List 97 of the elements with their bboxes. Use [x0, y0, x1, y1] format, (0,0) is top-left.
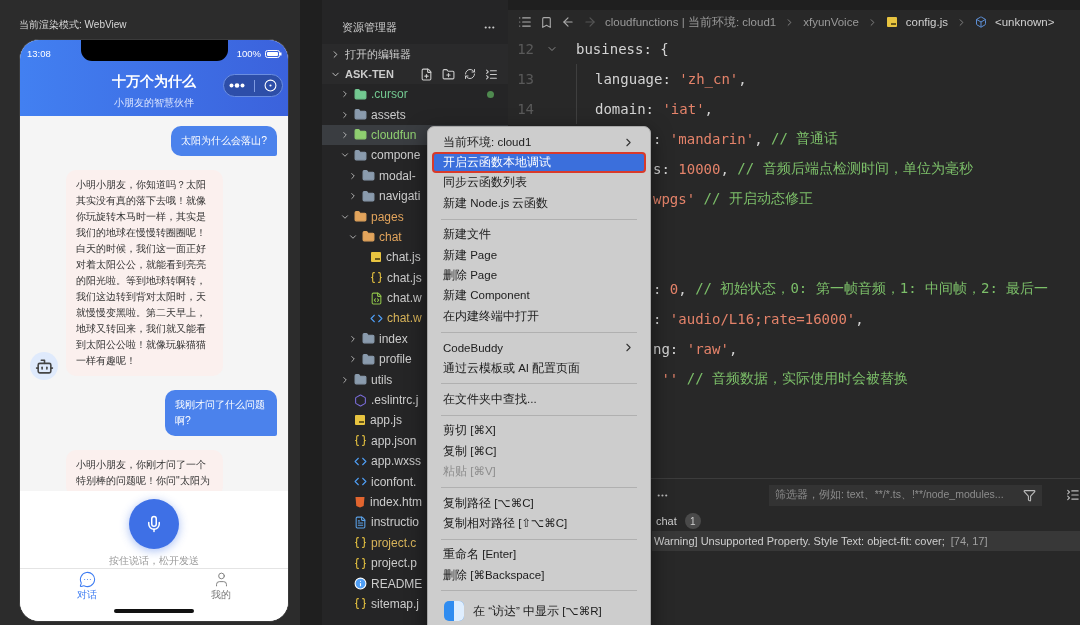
close-target-icon[interactable]: [264, 79, 278, 92]
new-file-icon[interactable]: [420, 67, 433, 81]
menu-item[interactable]: 在内建终端中打开: [432, 306, 646, 327]
folder-icon: [362, 230, 375, 244]
count-badge: 1: [684, 513, 701, 529]
tab-item[interactable]: 对话: [20, 569, 154, 601]
menu-item[interactable]: 复制路径 [⌥⌘C]: [432, 492, 646, 514]
code-line: ng: 'raw',: [653, 340, 738, 359]
section-header[interactable]: ASK-TEN: [322, 64, 508, 84]
section-header[interactable]: 打开的编辑器: [322, 44, 508, 64]
folder-icon: [354, 148, 367, 162]
bookmark-icon[interactable]: [540, 15, 553, 29]
source-name: chat: [656, 515, 677, 527]
render-mode-label: 当前渲染模式: WebView: [19, 19, 128, 32]
menu-item[interactable]: 删除 [⌘Backspace]: [432, 565, 646, 586]
menu-item[interactable]: 新建 Node.js 云函数: [432, 193, 646, 214]
folder-icon: [354, 210, 367, 224]
js-file-icon: [370, 251, 382, 264]
document-icon: [354, 515, 367, 529]
menu-item[interactable]: 新建文件: [432, 224, 646, 245]
code-line: : 'audio/L16;rate=16000',: [653, 310, 864, 329]
code-line: wpgs' // 开启动态修正: [653, 189, 813, 209]
warning-position: [74, 17]: [950, 535, 988, 547]
breadcrumb-item[interactable]: <unknown>: [995, 16, 1055, 28]
style-file-icon: [370, 312, 383, 325]
tree-item[interactable]: assets: [322, 104, 508, 125]
voice-button[interactable]: [129, 499, 179, 549]
code-line: : 'mandarin', // 普通话: [653, 129, 839, 149]
js-file-icon: [354, 414, 366, 427]
symbol-icon: [975, 16, 987, 28]
folder-icon: [362, 189, 375, 203]
folder-icon: [362, 332, 375, 346]
code-file-icon: [370, 291, 383, 305]
bot-message: 小明小朋友，你知道吗？太阳其实没有真的落下去哦！就像你玩旋转木马时一样，其实是我们的地球在慢慢转圈圈呢！白天的时候，我们这一面正好对着太阳公公，就能看到亮亮的阳光啦。等到地球转啊转，我们这边转到背对太阳时，天就慢慢变黑啦。第二天早上，地球又转回来，我们就又能看到太阳公公啦！就像玩躲猫猫一样有趣呢！: [66, 170, 223, 376]
braces-icon: [354, 536, 367, 550]
menu-item[interactable]: 剪切 [⌘X]: [432, 420, 646, 442]
folder-icon: [354, 128, 367, 142]
collapse-icon[interactable]: [485, 67, 498, 81]
folder-icon: [354, 87, 367, 101]
explorer-title: 资源管理器: [342, 19, 397, 35]
more-icon[interactable]: [228, 83, 245, 88]
code-line: language: 'zh_cn',: [576, 64, 747, 94]
app-subtitle: 小朋友的智慧伙伴: [114, 97, 194, 110]
menu-item[interactable]: 在 “访达” 中显示 [⌥⌘R]: [432, 596, 646, 625]
tree-item[interactable]: .cursor: [322, 84, 508, 105]
tab-item[interactable]: 我的: [154, 569, 288, 601]
battery-icon: [265, 49, 282, 58]
warning-message: Warning] Unsupported Property. Style Text: object-fit: cover;: [654, 535, 945, 547]
breadcrumb-item[interactable]: config.js: [905, 16, 948, 28]
status-time: 13:08: [27, 48, 51, 59]
new-folder-icon[interactable]: [442, 67, 455, 81]
user-message: 我刚才问了什么问题啊?: [165, 390, 277, 436]
folder-icon: [362, 169, 375, 183]
menu-item[interactable]: 在文件夹中查找...: [432, 389, 646, 410]
outline-icon[interactable]: [518, 15, 532, 29]
refresh-icon[interactable]: [464, 68, 476, 80]
braces-icon: [354, 556, 367, 570]
code-line: domain: 'iat',: [576, 94, 714, 124]
js-file-icon: [885, 16, 898, 28]
code-line: '' // 音频数据，实际使用时会被替换: [660, 369, 908, 389]
menu-item[interactable]: 复制相对路径 [⇧⌥⌘C]: [432, 513, 646, 534]
menu-item[interactable]: 新建 Component: [432, 285, 646, 307]
braces-icon: [354, 434, 367, 448]
hexagon-icon: [354, 393, 367, 407]
battery-percent: 100%: [236, 48, 261, 59]
braces-icon: [370, 271, 383, 285]
code-line: business: {: [576, 40, 669, 59]
collapse-icon[interactable]: [1066, 488, 1080, 502]
code-line: s: 10000, // 音频后端点检测时间，单位为毫秒: [653, 159, 973, 179]
menu-item[interactable]: 通过云模板或 AI 配置页面: [432, 357, 646, 379]
breadcrumb-item[interactable]: xfyunVoice: [803, 16, 859, 28]
folder-icon: [362, 352, 375, 366]
voice-hint: 按住说话，松开发送: [109, 555, 199, 568]
filter-icon[interactable]: [1023, 488, 1037, 502]
folder-icon: [354, 373, 367, 387]
menu-item[interactable]: 新建 Page: [432, 244, 646, 266]
menu-item[interactable]: 复制 [⌘C]: [432, 441, 646, 462]
menu-item[interactable]: CodeBuddy: [432, 337, 646, 358]
code-line: : 0, // 初始状态，0: 第一帧音频，1: 中间帧，2: 最后一: [653, 279, 1049, 299]
back-arrow-icon[interactable]: [561, 15, 575, 29]
folder-icon: [354, 108, 367, 122]
breadcrumb-item[interactable]: cloudfunctions | 当前环境: cloud1: [605, 14, 777, 30]
menu-item[interactable]: 同步云函数列表: [432, 172, 646, 194]
braces-icon: [354, 597, 367, 611]
finder-icon: [443, 600, 465, 623]
microphone-icon: [145, 515, 163, 533]
menu-item[interactable]: 开启云函数本地调试: [432, 152, 646, 173]
user-message: 太阳为什么会落山?: [171, 126, 277, 156]
bot-message: 小明小朋友，你刚才问了一个特别棒的问题呢！你问"太阳为: [66, 450, 223, 491]
chat-icon: [78, 571, 96, 588]
menu-item[interactable]: 删除 Page: [432, 265, 646, 286]
menu-item[interactable]: 重命名 [Enter]: [432, 544, 646, 566]
capsule-menu[interactable]: [223, 74, 283, 97]
filter-field[interactable]: 筛选器，例如: text、**/*.ts、!**/node_modules...: [768, 484, 1043, 506]
app-title: 十万个为什么: [112, 73, 196, 91]
info-icon: [354, 577, 367, 591]
html-file-icon: [354, 496, 366, 508]
